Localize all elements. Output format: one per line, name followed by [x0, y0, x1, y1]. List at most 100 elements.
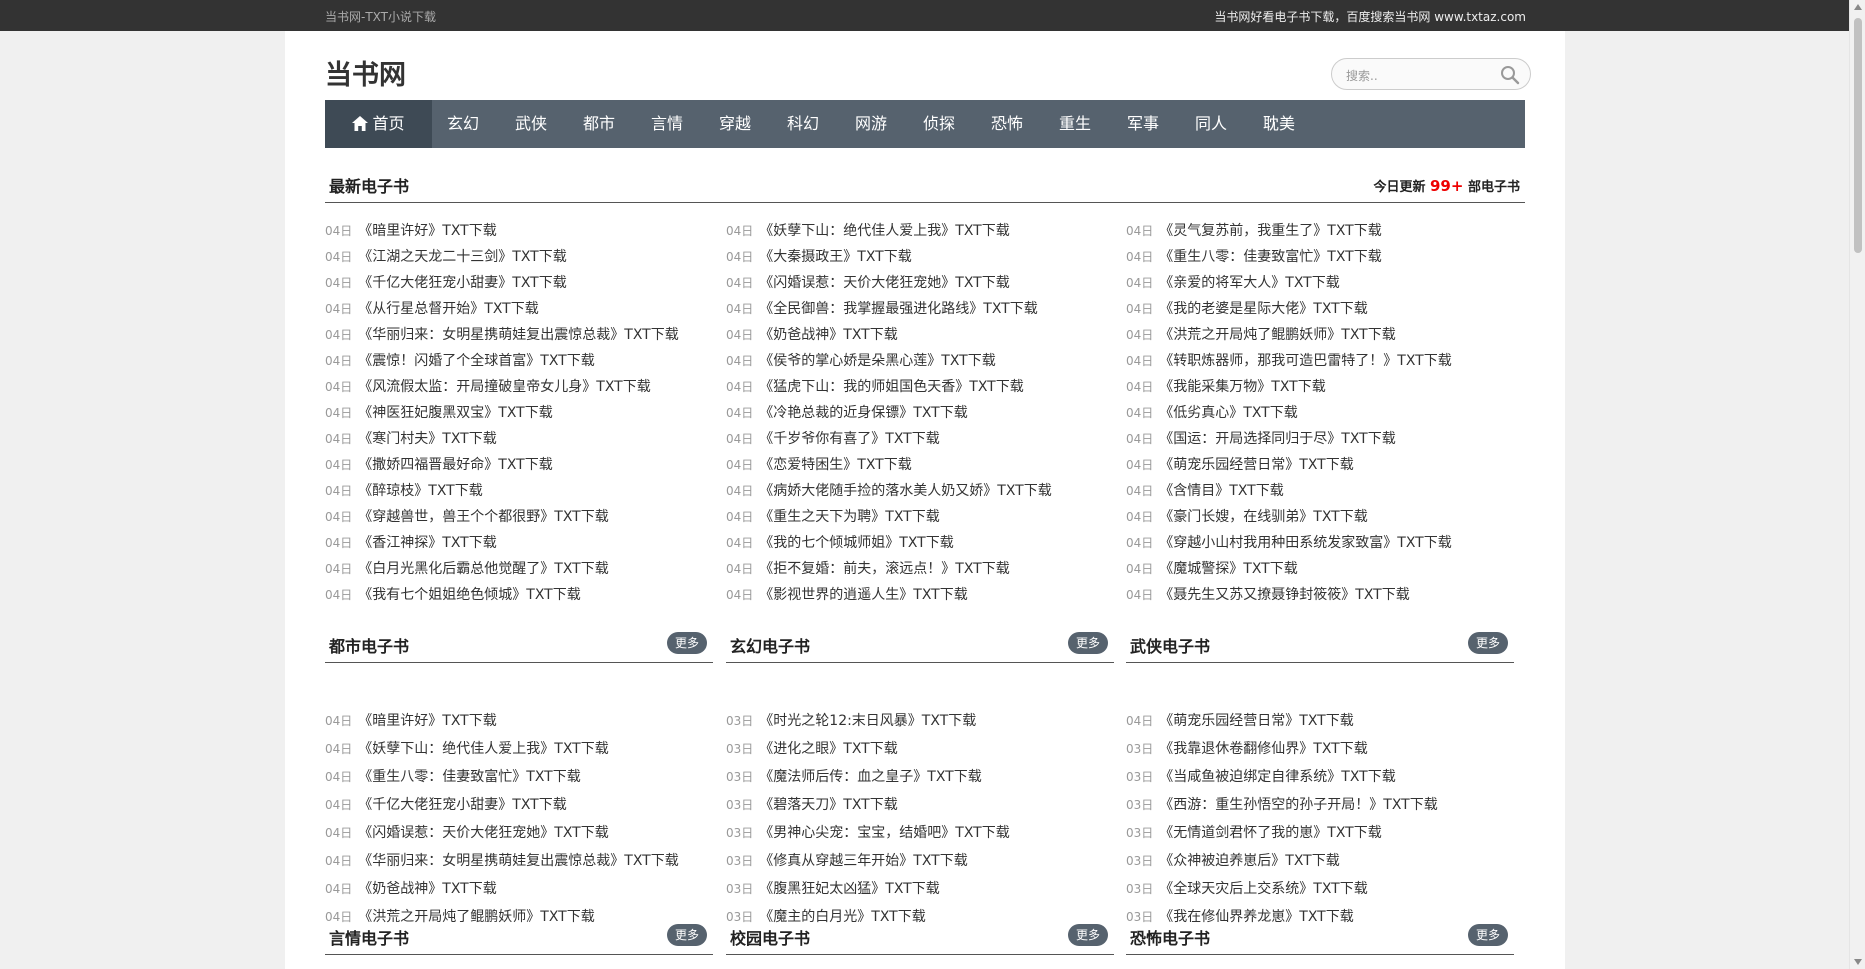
- book-link[interactable]: 《恋爱特困生》TXT下载: [759, 457, 911, 473]
- search-box[interactable]: 搜索..: [1331, 58, 1531, 90]
- more-button[interactable]: 更多: [667, 924, 707, 946]
- book-link[interactable]: 《全球天灾后上交系统》TXT下载: [1159, 881, 1367, 897]
- item-date: 04日: [325, 484, 353, 498]
- book-link[interactable]: 《穿越小山村我用种田系统发家致富》TXT下载: [1159, 535, 1451, 551]
- book-link[interactable]: 《猛虎下山：我的师姐国色天香》TXT下载: [759, 379, 1023, 395]
- book-link[interactable]: 《众神被迫养崽后》TXT下载: [1159, 853, 1339, 869]
- book-link[interactable]: 《从行星总督开始》TXT下载: [358, 301, 538, 317]
- item-date: 04日: [325, 714, 353, 728]
- book-link[interactable]: 《国运：开局选择同归于尽》TXT下载: [1159, 431, 1395, 447]
- site-logo[interactable]: 当书网: [325, 53, 406, 92]
- book-link[interactable]: 《亲爱的将军大人》TXT下载: [1159, 275, 1339, 291]
- book-link[interactable]: 《聂先生又苏又撩聂铮封筱筱》TXT下载: [1159, 587, 1409, 603]
- nav-item-7[interactable]: 侦探: [923, 100, 955, 148]
- search-icon[interactable]: [1500, 65, 1520, 85]
- book-link[interactable]: 《我的老婆是星际大佬》TXT下载: [1159, 301, 1367, 317]
- book-link[interactable]: 《灵气复苏前，我重生了》TXT下载: [1159, 223, 1381, 239]
- nav-item-10[interactable]: 军事: [1127, 100, 1159, 148]
- book-link[interactable]: 《江湖之天龙二十三剑》TXT下载: [358, 249, 566, 265]
- nav-item-1[interactable]: 武侠: [515, 100, 547, 148]
- book-link[interactable]: 《闪婚误惹：天价大佬狂宠她》TXT下载: [358, 825, 608, 841]
- book-link[interactable]: 《神医狂妃腹黑双宝》TXT下载: [358, 405, 552, 421]
- book-link[interactable]: 《含情目》TXT下载: [1159, 483, 1283, 499]
- book-link[interactable]: 《闪婚误惹：天价大佬狂宠她》TXT下载: [759, 275, 1009, 291]
- book-link[interactable]: 《妖孽下山：绝代佳人爱上我》TXT下载: [759, 223, 1009, 239]
- list-item: 04日 《震惊！闪婚了个全球首富》TXT下载: [325, 348, 715, 374]
- book-link[interactable]: 《妖孽下山：绝代佳人爱上我》TXT下载: [358, 741, 608, 757]
- more-button[interactable]: 更多: [1468, 924, 1508, 946]
- nav-item-6[interactable]: 网游: [855, 100, 887, 148]
- book-link[interactable]: 《震惊！闪婚了个全球首富》TXT下载: [358, 353, 594, 369]
- book-link[interactable]: 《华丽归来：女明星携萌娃复出震惊总裁》TXT下载: [358, 853, 678, 869]
- book-link[interactable]: 《香江神探》TXT下载: [358, 535, 496, 551]
- book-link[interactable]: 《魔城警探》TXT下载: [1159, 561, 1297, 577]
- book-link[interactable]: 《魔法师后传：血之皇子》TXT下载: [759, 769, 981, 785]
- book-link[interactable]: 《奶爸战神》TXT下载: [759, 327, 897, 343]
- book-link[interactable]: 《全民御兽：我掌握最强进化路线》TXT下载: [759, 301, 1037, 317]
- book-link[interactable]: 《影视世界的逍遥人生》TXT下载: [759, 587, 967, 603]
- nav-item-3[interactable]: 言情: [651, 100, 683, 148]
- book-link[interactable]: 《西游：重生孙悟空的孙子开局！》TXT下载: [1159, 797, 1437, 813]
- book-link[interactable]: 《千亿大佬狂宠小甜妻》TXT下载: [358, 275, 566, 291]
- book-link[interactable]: 《碧落天刀》TXT下载: [759, 797, 897, 813]
- book-link[interactable]: 《男神心尖宠：宝宝，结婚吧》TXT下载: [759, 825, 1009, 841]
- more-button[interactable]: 更多: [1068, 924, 1108, 946]
- book-link[interactable]: 《萌宠乐园经营日常》TXT下载: [1159, 713, 1353, 729]
- page-scrollbar[interactable]: [1849, 0, 1865, 969]
- nav-item-2[interactable]: 都市: [583, 100, 615, 148]
- book-link[interactable]: 《豪门长嫂，在线驯弟》TXT下载: [1159, 509, 1367, 525]
- book-link[interactable]: 《暗里许好》TXT下载: [358, 713, 496, 729]
- book-link[interactable]: 《萌宠乐园经营日常》TXT下载: [1159, 457, 1353, 473]
- book-link[interactable]: 《白月光黑化后霸总他觉醒了》TXT下载: [358, 561, 608, 577]
- book-link[interactable]: 《暗里许好》TXT下载: [358, 223, 496, 239]
- nav-item-12[interactable]: 耽美: [1263, 100, 1295, 148]
- nav-item-5[interactable]: 科幻: [787, 100, 819, 148]
- book-link[interactable]: 《腹黑狂妃太凶猛》TXT下载: [759, 881, 939, 897]
- book-link[interactable]: 《醉琼枝》TXT下载: [358, 483, 482, 499]
- book-link[interactable]: 《拒不复婚：前夫，滚远点！》TXT下载: [759, 561, 1009, 577]
- nav-item-0[interactable]: 玄幻: [447, 100, 479, 148]
- book-link[interactable]: 《奶爸战神》TXT下载: [358, 881, 496, 897]
- book-link[interactable]: 《重生八零：佳妻致富忙》TXT下载: [1159, 249, 1381, 265]
- nav-item-home[interactable]: 首页: [325, 100, 432, 148]
- book-link[interactable]: 《洪荒之开局炖了鲲鹏妖师》TXT下载: [1159, 327, 1395, 343]
- book-link[interactable]: 《低劣真心》TXT下载: [1159, 405, 1297, 421]
- book-link[interactable]: 《时光之轮12:末日风暴》TXT下载: [759, 713, 976, 729]
- book-link[interactable]: 《进化之眼》TXT下载: [759, 741, 897, 757]
- book-link[interactable]: 《寒门村夫》TXT下载: [358, 431, 496, 447]
- book-link[interactable]: 《冷艳总裁的近身保镖》TXT下载: [759, 405, 967, 421]
- more-button[interactable]: 更多: [1068, 632, 1108, 654]
- nav-item-11[interactable]: 同人: [1195, 100, 1227, 148]
- book-link[interactable]: 《修真从穿越三年开始》TXT下载: [759, 853, 967, 869]
- book-link[interactable]: 《大秦摄政王》TXT下载: [759, 249, 911, 265]
- nav-item-4[interactable]: 穿越: [719, 100, 751, 148]
- scroll-up-arrow[interactable]: [1854, 4, 1862, 10]
- book-link[interactable]: 《重生八零：佳妻致富忙》TXT下载: [358, 769, 580, 785]
- book-link[interactable]: 《千亿大佬狂宠小甜妻》TXT下载: [358, 797, 566, 813]
- book-link[interactable]: 《撒娇四福晋最好命》TXT下载: [358, 457, 552, 473]
- more-button[interactable]: 更多: [1468, 632, 1508, 654]
- book-link[interactable]: 《千岁爷你有喜了》TXT下载: [759, 431, 939, 447]
- item-date: 04日: [726, 250, 754, 264]
- scroll-down-arrow[interactable]: [1854, 959, 1862, 965]
- book-link[interactable]: 《风流假太监：开局撞破皇帝女儿身》TXT下载: [358, 379, 650, 395]
- nav-item-9[interactable]: 重生: [1059, 100, 1091, 148]
- book-link[interactable]: 《穿越兽世，兽王个个都很野》TXT下载: [358, 509, 608, 525]
- search-input[interactable]: 搜索..: [1346, 67, 1378, 84]
- book-link[interactable]: 《我的七个倾城师姐》TXT下载: [759, 535, 953, 551]
- book-link[interactable]: 《转职炼器师，那我可造巴雷特了！》TXT下载: [1159, 353, 1451, 369]
- book-link[interactable]: 《病娇大佬随手捡的落水美人奶又娇》TXT下载: [759, 483, 1051, 499]
- scrollbar-thumb[interactable]: [1854, 18, 1862, 253]
- book-link[interactable]: 《华丽归来：女明星携萌娃复出震惊总裁》TXT下载: [358, 327, 678, 343]
- book-link[interactable]: 《我有七个姐姐绝色倾城》TXT下载: [358, 587, 580, 603]
- more-button[interactable]: 更多: [667, 632, 707, 654]
- section-title: 校园电子书: [730, 929, 811, 948]
- nav-item-8[interactable]: 恐怖: [991, 100, 1023, 148]
- book-link[interactable]: 《重生之天下为聘》TXT下载: [759, 509, 939, 525]
- book-link[interactable]: 《当咸鱼被迫绑定自律系统》TXT下载: [1159, 769, 1395, 785]
- book-link[interactable]: 《我能采集万物》TXT下载: [1159, 379, 1325, 395]
- book-link[interactable]: 《侯爷的掌心娇是朵黑心莲》TXT下载: [759, 353, 995, 369]
- list-item: 04日 《大秦摄政王》TXT下载: [726, 244, 1116, 270]
- book-link[interactable]: 《无情道剑君怀了我的崽》TXT下载: [1159, 825, 1381, 841]
- book-link[interactable]: 《我靠退休卷翻修仙界》TXT下载: [1159, 741, 1367, 757]
